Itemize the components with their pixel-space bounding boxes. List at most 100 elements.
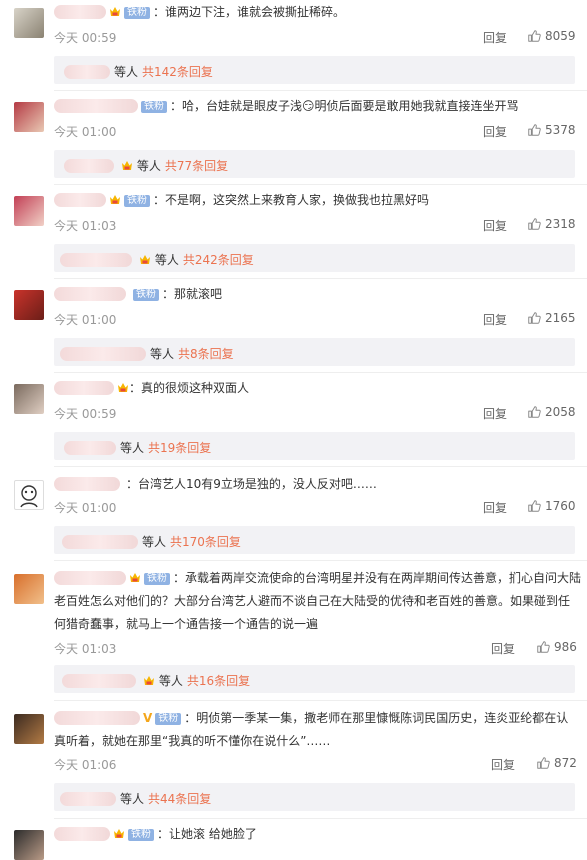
reply-users-blurred (60, 346, 146, 361)
reply-count-link[interactable]: 共77条回复 (165, 157, 228, 174)
reply-count-link[interactable]: 共142条回复 (142, 63, 213, 80)
reply-preview[interactable]: 等人 共77条回复 (54, 150, 575, 178)
avatar[interactable] (14, 102, 44, 132)
reply-preview[interactable]: 等人 共242条回复 (54, 244, 575, 272)
avatar[interactable] (14, 574, 44, 604)
like-button[interactable]: 1760 (527, 499, 576, 513)
comment-body-line: 何猎奇蠢事，就马上一个通告接一个通告的说一遍 (54, 617, 319, 631)
reply-users-blurred (62, 534, 138, 549)
reply-count-link[interactable]: 共8条回复 (178, 345, 234, 362)
reply-button[interactable]: 回复 (491, 640, 515, 657)
like-button[interactable]: 8059 (527, 29, 576, 43)
divider (54, 466, 587, 467)
divider (54, 560, 587, 561)
comment-body: ：台湾艺人10有9立场是独的，没人反对吧…… (126, 477, 377, 491)
comment-time: 今天 01:03 (54, 219, 117, 233)
reply-preview[interactable]: 等人 共19条回复 (54, 432, 575, 460)
reply-count-link[interactable]: 共19条回复 (148, 439, 211, 456)
fan-crown-icon (139, 254, 151, 265)
like-button[interactable]: 5378 (527, 123, 576, 137)
reply-users-blurred (62, 673, 136, 688)
comment-body: 铁粉 ：谁两边下注，谁就会被撕扯稀碎。 (54, 0, 575, 24)
fan-crown-icon (113, 828, 125, 839)
comment-time: 今天 00:59 (54, 407, 117, 421)
fan-badge: 铁粉 (124, 195, 150, 207)
like-button[interactable]: 2318 (527, 217, 576, 231)
divider (54, 818, 587, 819)
verified-v-icon: V (143, 711, 153, 725)
divider (54, 278, 587, 279)
thumbs-up-icon (536, 756, 550, 770)
fan-badge: 铁粉 (141, 101, 167, 113)
thumbs-up-icon (527, 217, 541, 231)
reply-button[interactable]: 回复 (483, 29, 507, 46)
thumbs-up-icon (527, 123, 541, 137)
reply-preview[interactable]: 等人 共8条回复 (54, 338, 575, 366)
comment-time: 今天 01:00 (54, 125, 117, 139)
fan-badge: 铁粉 (144, 573, 170, 585)
reply-users-blurred (60, 791, 116, 806)
fan-badge: 铁粉 (133, 289, 159, 301)
fan-crown-icon (109, 194, 121, 205)
like-button[interactable]: 2165 (527, 311, 576, 325)
like-count: 2058 (545, 405, 576, 419)
thumbs-up-icon (527, 499, 541, 513)
comment-body: 铁粉 ：那就滚吧 (54, 282, 575, 306)
reply-button[interactable]: 回复 (483, 123, 507, 140)
avatar[interactable] (14, 714, 44, 744)
thumbs-up-icon (527, 29, 541, 43)
fan-crown-icon (121, 160, 133, 171)
comment-time: 今天 01:00 (54, 313, 117, 327)
comment-time: 今天 01:00 (54, 501, 117, 515)
reply-button[interactable]: 回复 (483, 217, 507, 234)
comment-time: 今天 01:06 (54, 758, 117, 772)
reply-count-link[interactable]: 共242条回复 (183, 251, 254, 268)
thumbs-up-icon (527, 311, 541, 325)
avatar[interactable] (14, 8, 44, 38)
comment-body: 铁粉 ：承载着两岸交流使命的台湾明星并没有在两岸期间传达善意，扪心自问大陆 (54, 566, 581, 590)
fan-badge: 铁粉 (128, 829, 154, 841)
like-count: 2318 (545, 217, 576, 231)
reply-button[interactable]: 回复 (483, 499, 507, 516)
reply-count-link[interactable]: 共16条回复 (187, 672, 250, 689)
thumbs-up-icon (527, 405, 541, 419)
reply-preview[interactable]: 等人 共16条回复 (54, 665, 575, 693)
fan-badge: 铁粉 (124, 7, 150, 19)
comment-body: 铁粉 ：不是啊，这突然上来教育人家，换做我也拉黑好吗 (54, 188, 575, 212)
reply-preview[interactable]: 等人 共170条回复 (54, 526, 575, 554)
reply-count-link[interactable]: 共44条回复 (148, 790, 211, 807)
comment-body: 铁粉 ：让她滚 给她脸了 (54, 822, 575, 846)
comment-body: V 铁粉 ：明侦第一季某一集，撒老师在那里慷慨陈词民国历史，连炎亚纶都在认 (54, 706, 575, 730)
cartoon-avatar-icon (20, 485, 38, 508)
thumbs-up-icon (536, 640, 550, 654)
divider (54, 700, 587, 701)
comment-body-line: 老百姓怎么对他们的？大部分台湾艺人避而不谈自己在大陆受的优待和老百姓的善意。如果… (54, 594, 571, 608)
like-count: 986 (554, 640, 577, 654)
reply-users-blurred (60, 252, 132, 267)
avatar[interactable] (14, 196, 44, 226)
comment-time: 今天 00:59 (54, 31, 117, 45)
like-button[interactable]: 2058 (527, 405, 576, 419)
reply-users-blurred (64, 440, 116, 455)
divider (54, 184, 587, 185)
avatar[interactable] (14, 290, 44, 320)
like-count: 2165 (545, 311, 576, 325)
reply-preview[interactable]: 等人 共142条回复 (54, 56, 575, 84)
like-count: 5378 (545, 123, 576, 137)
reply-count-link[interactable]: 共170条回复 (170, 533, 241, 550)
fan-crown-icon (129, 572, 141, 583)
reply-button[interactable]: 回复 (483, 405, 507, 422)
like-button[interactable]: 986 (536, 640, 577, 654)
comment-body: ：真的很烦这种双面人 (54, 376, 575, 400)
comment-body: 铁粉 ：哈，台娃就是眼皮子浅😏明侦后面要是敢用她我就直接连坐开骂 (54, 94, 575, 118)
divider (54, 90, 587, 91)
fan-crown-icon (117, 382, 129, 393)
reply-button[interactable]: 回复 (483, 311, 507, 328)
reply-preview[interactable]: 等人 共44条回复 (54, 783, 575, 811)
like-count: 872 (554, 756, 577, 770)
reply-button[interactable]: 回复 (491, 756, 515, 773)
avatar[interactable] (14, 830, 44, 860)
like-button[interactable]: 872 (536, 756, 577, 770)
avatar[interactable] (14, 480, 44, 510)
avatar[interactable] (14, 384, 44, 414)
